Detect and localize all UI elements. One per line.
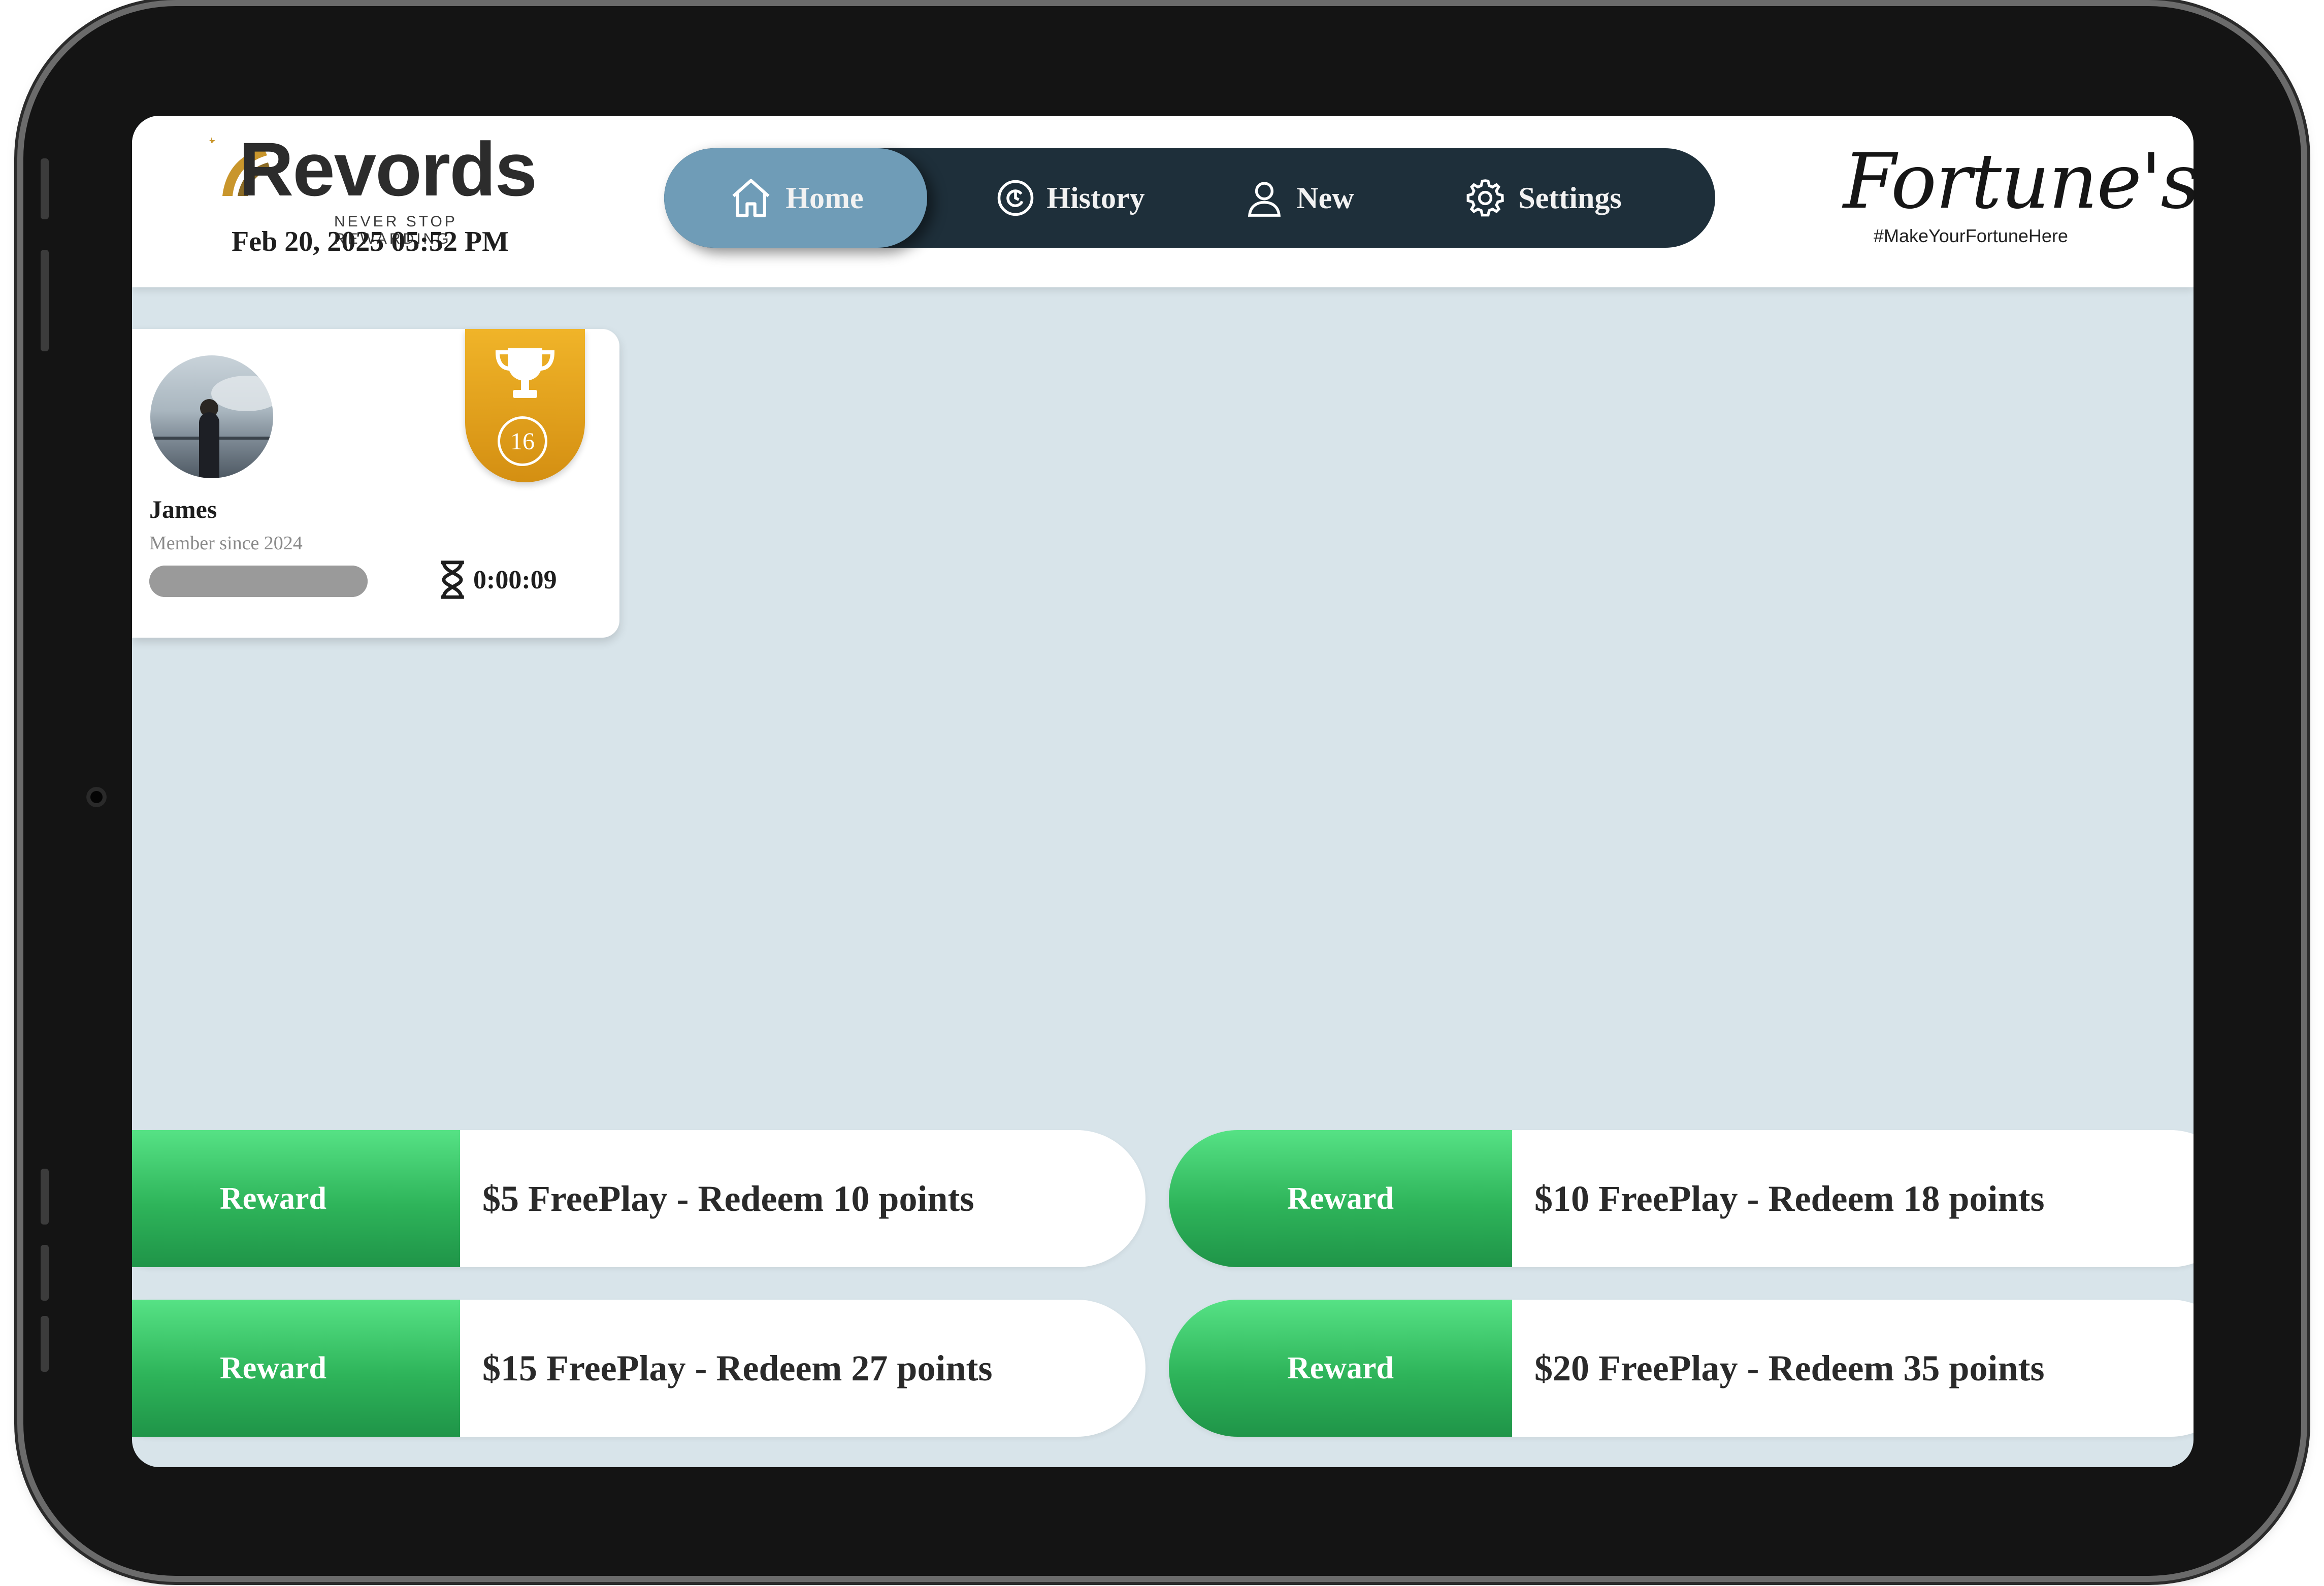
nav-new-label: New: [1296, 181, 1354, 215]
side-button: [41, 1245, 49, 1301]
progress-fill: [149, 566, 368, 597]
player-card[interactable]: James Member since 2024 0:00:09 16: [132, 329, 619, 638]
nav-new-tab[interactable]: New: [1233, 148, 1365, 248]
user-icon: [1243, 177, 1285, 219]
home-icon: [728, 175, 774, 221]
reward-description: $20 FreePlay - Redeem 35 points: [1534, 1347, 2045, 1389]
hourglass-icon: [437, 560, 468, 599]
nav-history-label: History: [1046, 181, 1145, 215]
progress-bar: [149, 566, 368, 597]
history-icon: [996, 178, 1035, 218]
camera: [86, 787, 107, 807]
side-button: [41, 1169, 49, 1225]
reward-item: Reward $5 FreePlay - Redeem 10 points: [132, 1130, 1145, 1267]
reward-description: $5 FreePlay - Redeem 10 points: [482, 1178, 974, 1219]
side-button: [41, 1316, 49, 1372]
nav-settings-tab[interactable]: Settings: [1446, 148, 1639, 248]
reward-button[interactable]: Reward: [132, 1130, 460, 1267]
level-number: 16: [498, 416, 547, 466]
side-button: [41, 250, 49, 351]
nav-home-label: Home: [785, 181, 864, 215]
header: Revords NEVER STOP REWARDING Feb 20, 202…: [132, 116, 2194, 287]
player-name: James: [149, 495, 217, 523]
reward-item: Reward $20 FreePlay - Redeem 35 points: [1169, 1300, 2194, 1437]
nav-history-tab[interactable]: History: [974, 148, 1167, 248]
reward-item: Reward $15 FreePlay - Redeem 27 points: [132, 1300, 1145, 1437]
member-since: Member since 2024: [149, 533, 303, 554]
current-datetime: Feb 20, 2025 05:52 PM: [232, 226, 509, 257]
brand-tagline: #MakeYourFortuneHere: [1874, 225, 2068, 246]
fortunes-logo: Fortune's #MakeYourFortuneHere: [1843, 136, 2194, 258]
gear-icon: [1463, 176, 1507, 220]
side-button: [41, 158, 49, 219]
trophy-icon: [495, 348, 555, 398]
main-nav: Home History New Settings: [664, 148, 1715, 248]
nav-settings-label: Settings: [1518, 181, 1622, 215]
reward-description: $15 FreePlay - Redeem 27 points: [482, 1347, 993, 1389]
reward-item: Reward $10 FreePlay - Redeem 18 points: [1169, 1130, 2194, 1267]
reward-description: $10 FreePlay - Redeem 18 points: [1534, 1178, 2045, 1219]
reward-button[interactable]: Reward: [1169, 1130, 1512, 1267]
reward-button[interactable]: Reward: [1169, 1300, 1512, 1437]
level-badge: 16: [465, 329, 585, 482]
logo-wordmark: Revords: [239, 126, 537, 212]
avatar: [150, 355, 273, 478]
revords-logo[interactable]: Revords NEVER STOP REWARDING: [208, 131, 537, 247]
timer-value: 0:00:09: [473, 565, 557, 594]
nav-home-tab[interactable]: Home: [664, 148, 927, 248]
session-timer: 0:00:09: [437, 560, 557, 599]
reward-button[interactable]: Reward: [132, 1300, 460, 1437]
app-screen: Revords NEVER STOP REWARDING Feb 20, 202…: [132, 116, 2194, 1467]
brand-name: Fortune's: [1843, 138, 2194, 226]
